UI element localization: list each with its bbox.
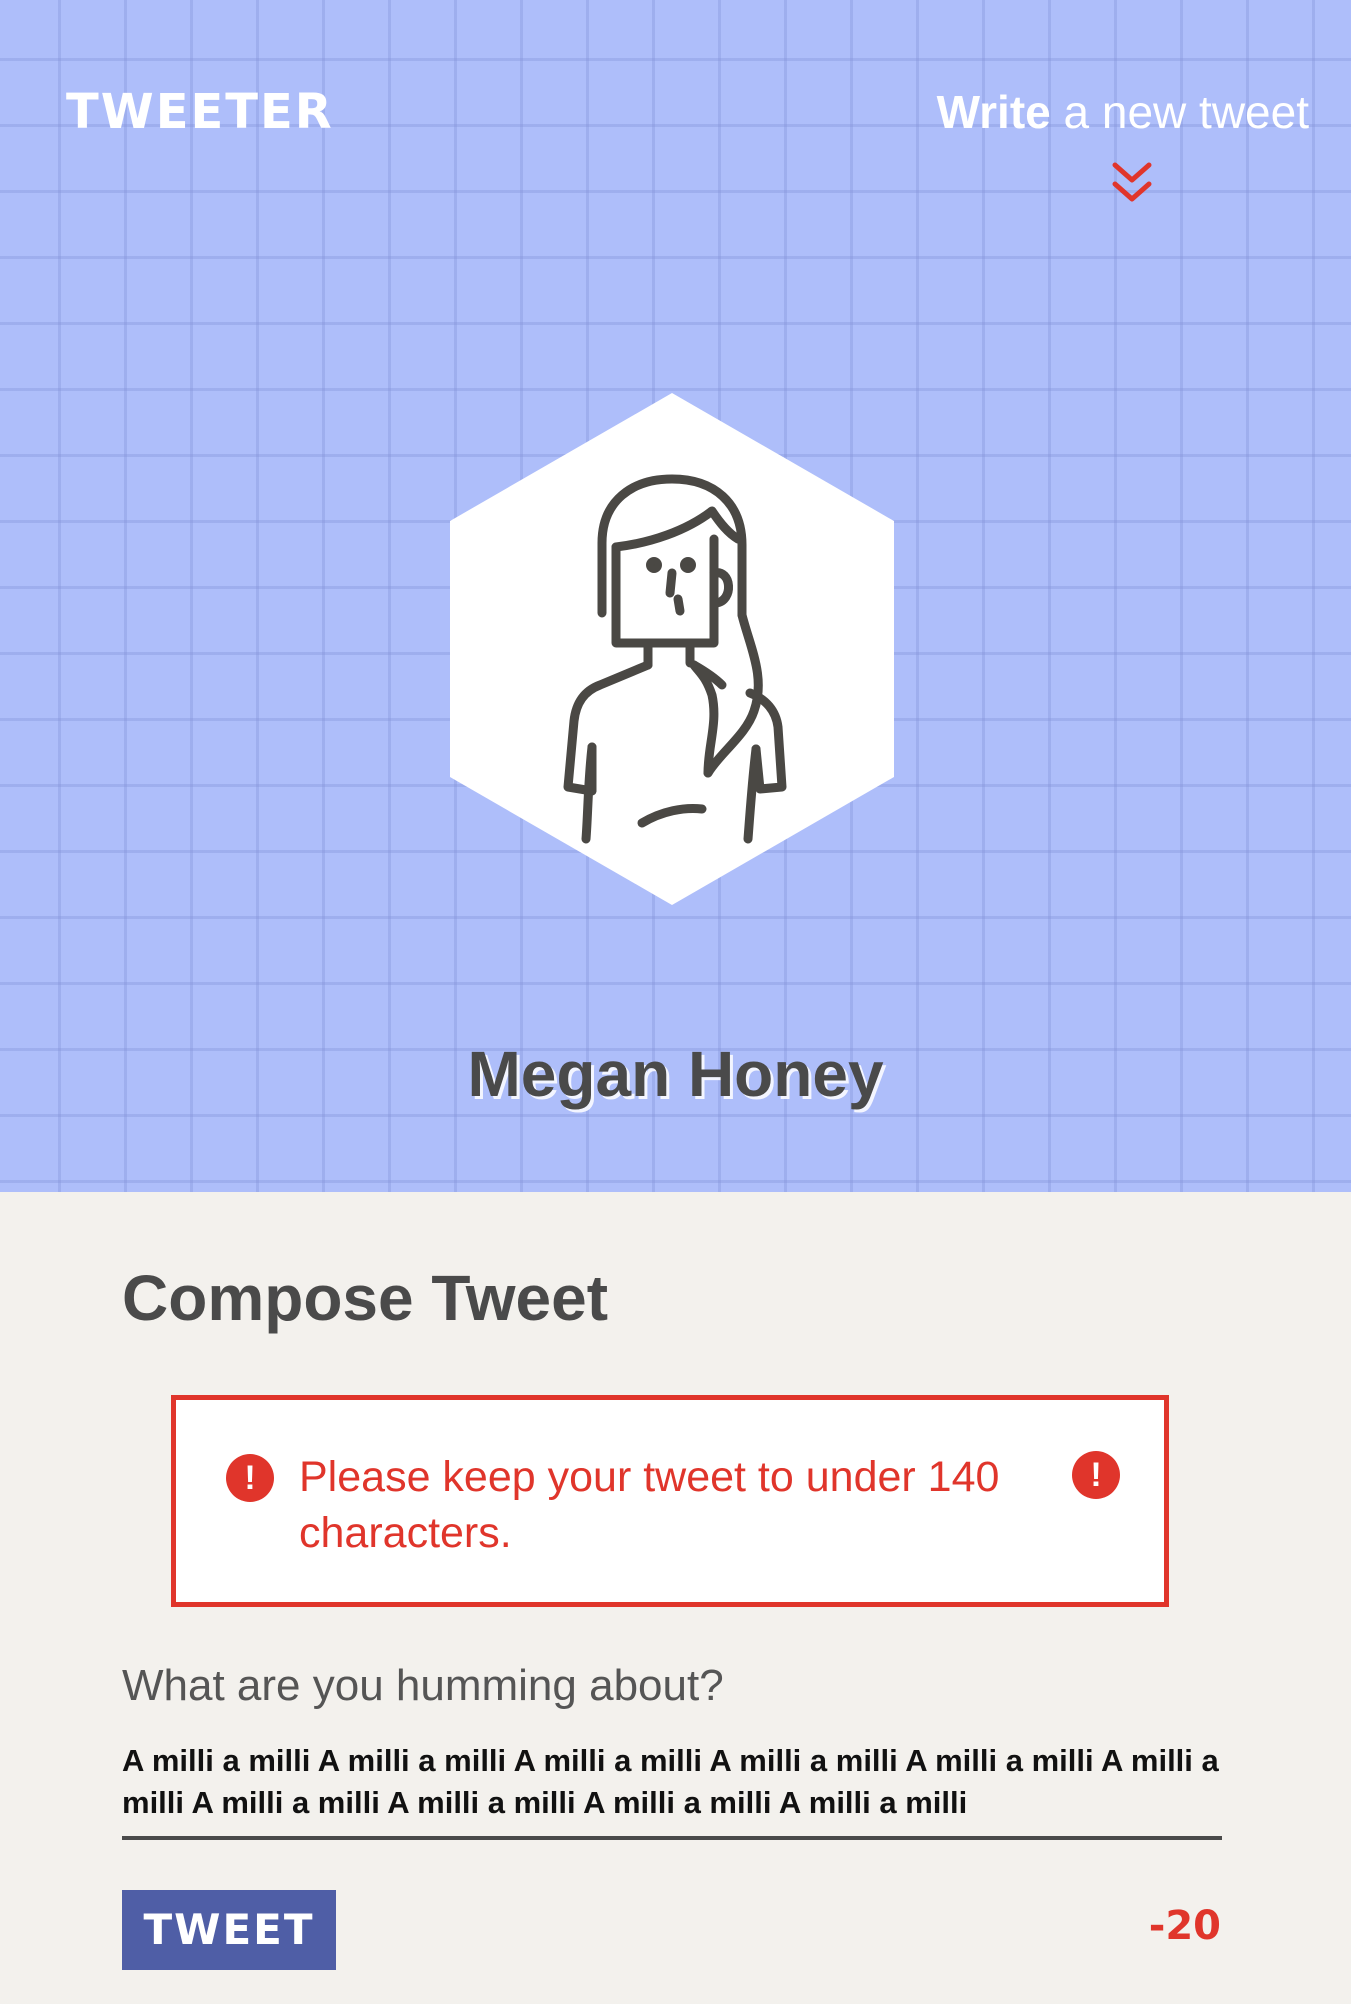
woman-avatar-icon [450,393,894,905]
profile-name: Megan Honey [467,1038,884,1110]
write-link-strong: Write [936,86,1051,138]
compose-section: Compose Tweet ! Please keep your tweet t… [0,1192,1351,2004]
tweet-prompt-label: What are you humming about? [122,1661,724,1710]
error-message: Please keep your tweet to under 140 char… [299,1453,1000,1557]
tweet-input[interactable]: A milli a milli A milli a milli A milli … [122,1740,1222,1824]
character-counter: -20 [1148,1903,1221,1949]
double-chevron-down-icon[interactable] [1110,160,1154,206]
exclamation-icon: ! [1072,1451,1120,1499]
error-alert: ! Please keep your tweet to under 140 ch… [171,1395,1169,1607]
write-link-rest: a new tweet [1050,86,1310,138]
write-new-tweet-link[interactable]: Write a new tweet [937,82,1309,142]
profile-header: TWEETER Write a new tweet Megan Honey [0,0,1351,1192]
exclamation-icon: ! [226,1454,274,1502]
tweet-button[interactable]: TWEET [122,1890,336,1970]
compose-title: Compose Tweet [122,1262,608,1334]
tweet-input-underline [122,1836,1222,1840]
tweeter-logo[interactable]: TWEETER [66,82,334,142]
